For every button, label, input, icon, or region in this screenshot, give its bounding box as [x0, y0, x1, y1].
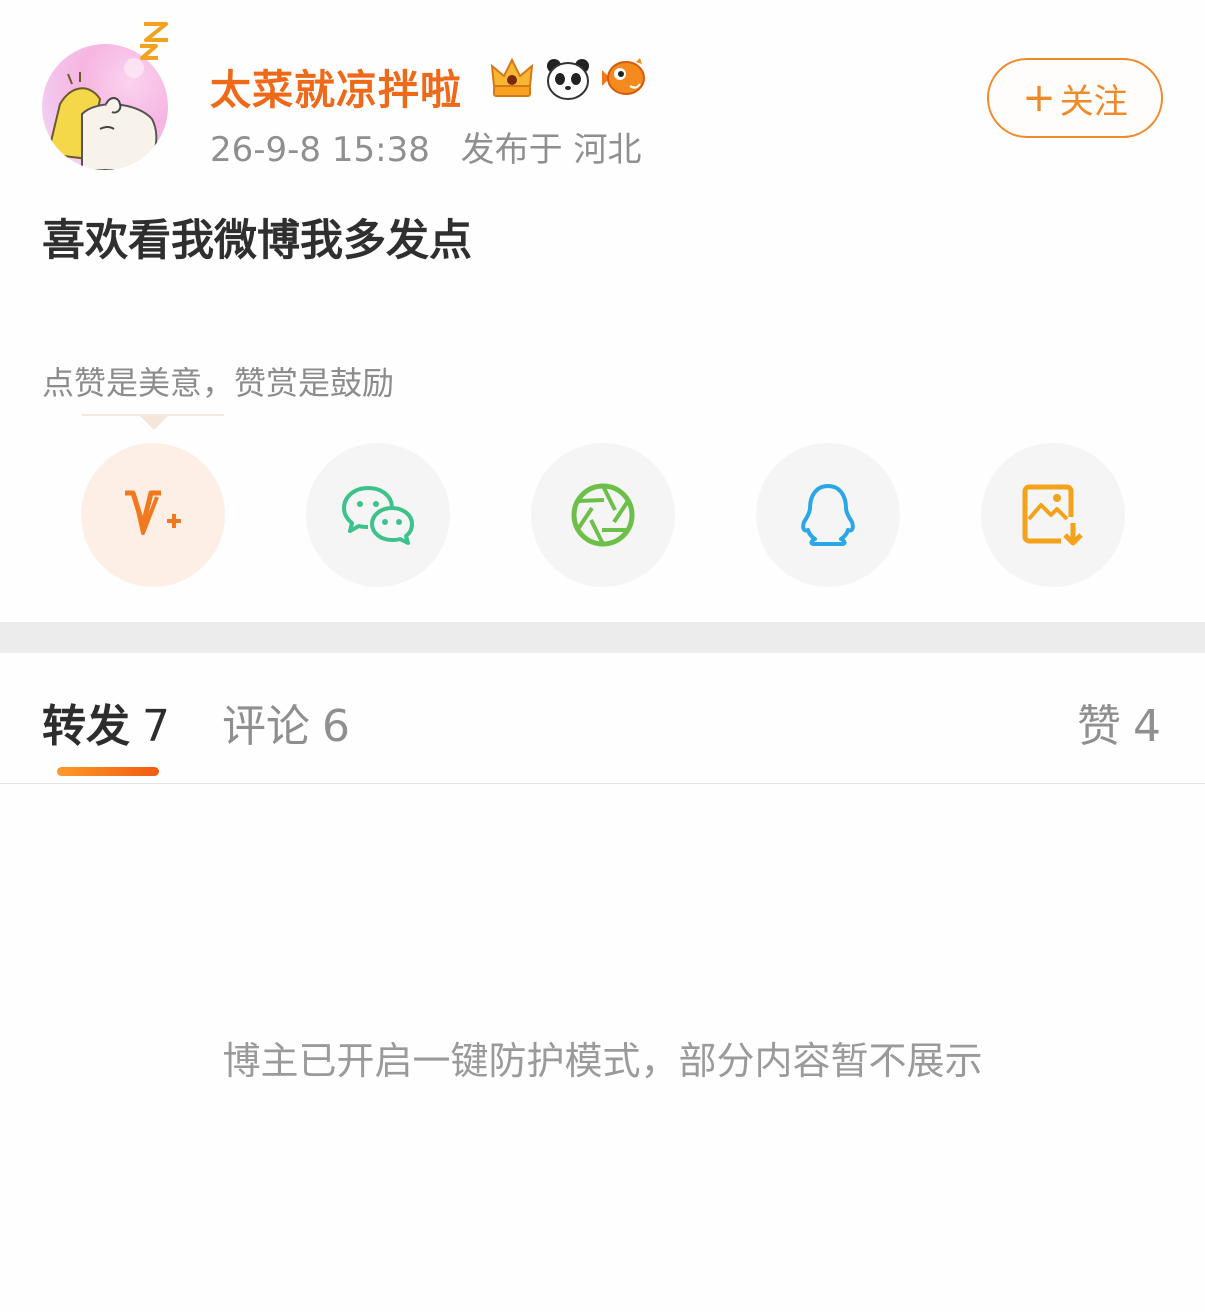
v-plus-reward-icon [125, 490, 181, 535]
reward-button[interactable] [81, 443, 225, 587]
reward-tip-pointer [140, 416, 168, 430]
post-content: 喜欢看我微博我多发点 [42, 216, 472, 266]
follow-plus-icon: + [1022, 75, 1056, 121]
protection-notice: 博主已开启一键防护模式，部分内容暂不展示 [222, 1039, 983, 1083]
tab-repost[interactable]: 转发 7 [42, 690, 170, 754]
tab-comment-label: 评论 [222, 701, 310, 752]
tab-repost-label: 转发 [42, 701, 130, 752]
share-row [81, 443, 1126, 587]
crown-badge-icon[interactable] [488, 56, 536, 102]
save-image-button[interactable] [981, 443, 1125, 587]
author-badges [488, 56, 648, 102]
sleeping-zzz-icon [140, 22, 168, 60]
qq-icon [801, 484, 855, 546]
follow-label: 关注 [1059, 81, 1128, 122]
share-wechat-button[interactable] [306, 443, 450, 587]
wechat-icon [342, 486, 414, 545]
moments-icon [571, 483, 635, 547]
active-tab-indicator [57, 767, 159, 776]
panda-badge-icon[interactable] [544, 56, 592, 102]
tab-like-count: 4 [1133, 701, 1161, 752]
tab-bar-divider [0, 783, 1205, 784]
tab-comment-count: 6 [322, 701, 350, 752]
tab-like[interactable]: 赞4 [1077, 690, 1161, 754]
section-divider [0, 622, 1205, 653]
weibo-post-page: 太菜就凉拌啦 26-9-8 15:38 发布于 河北 + 关注 喜欢看我微博我多… [0, 0, 1205, 1312]
post-time: 26-9-8 15:38 [210, 130, 430, 170]
tab-comment[interactable]: 评论 6 [222, 690, 350, 754]
post-location: 发布于 河北 [460, 130, 642, 170]
post-meta: 26-9-8 15:38 发布于 河北 [210, 122, 641, 171]
tab-repost-count: 7 [142, 701, 170, 752]
share-moments-button[interactable] [531, 443, 675, 587]
follow-button[interactable]: + 关注 [987, 58, 1163, 138]
save-image-icon [1022, 484, 1083, 546]
tab-like-label: 赞 [1077, 701, 1121, 752]
share-qq-button[interactable] [756, 443, 900, 587]
reward-tip: 点赞是美意，赞赏是鼓励 [42, 364, 395, 402]
author-name[interactable]: 太菜就凉拌啦 [210, 56, 462, 116]
fish-badge-icon[interactable] [600, 56, 648, 102]
